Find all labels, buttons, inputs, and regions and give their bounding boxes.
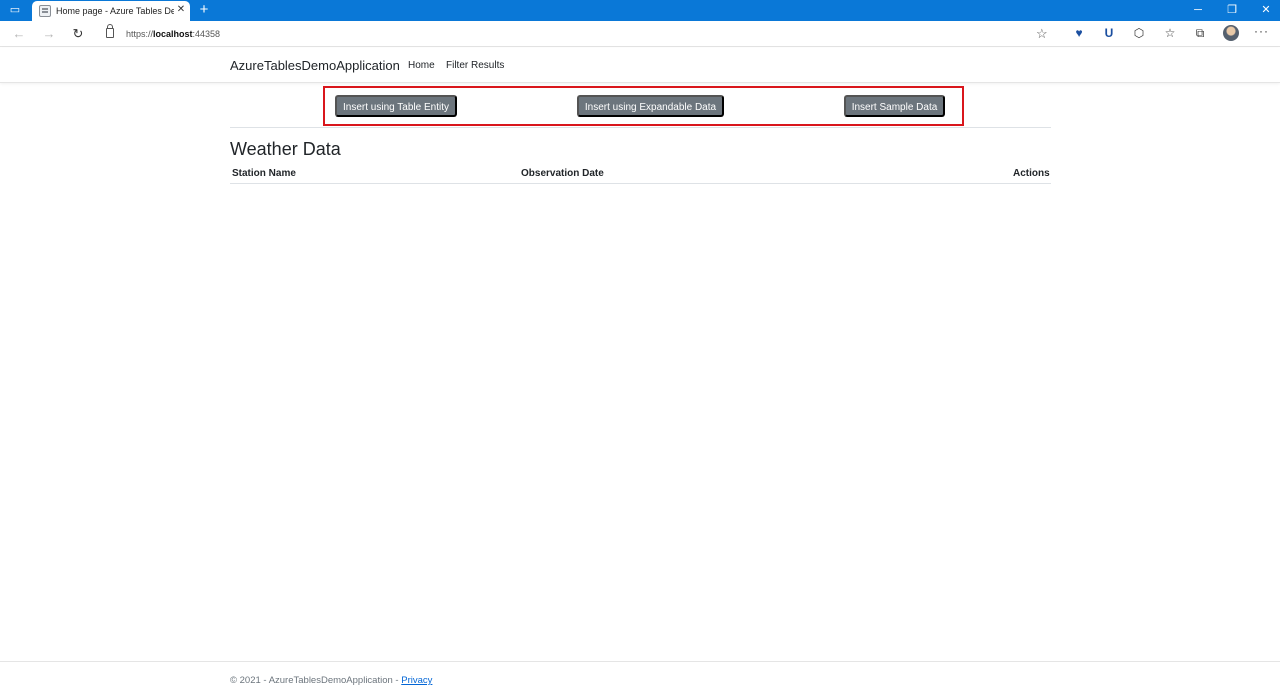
app-brand[interactable]: AzureTablesDemoApplication (230, 58, 400, 74)
extension-heart-icon[interactable]: ♥ (1071, 25, 1087, 41)
nav-home-link[interactable]: Home (408, 59, 435, 72)
more-options-icon[interactable]: ··· (1254, 24, 1269, 38)
column-header-station-name: Station Name (232, 168, 296, 179)
url-text[interactable]: https://localhost:44358 (126, 28, 220, 40)
address-bar[interactable]: https://localhost:44358 ☆ (96, 24, 1060, 44)
browser-tab-bar: ▭ Home page - Azure Tables Demo ✕ + ─ ❐ … (0, 0, 1280, 21)
favorites-icon[interactable]: ☆ (1162, 25, 1178, 41)
column-header-actions: Actions (1013, 168, 1050, 179)
window-controls: ─ ❐ ✕ (1192, 3, 1272, 19)
insert-expandable-data-button[interactable]: Insert using Expandable Data (577, 95, 724, 117)
new-tab-icon[interactable]: + (197, 2, 211, 18)
app-navbar (0, 48, 1280, 83)
restore-icon[interactable]: ❐ (1226, 3, 1238, 19)
lock-icon[interactable] (106, 24, 114, 38)
page-favicon-icon (39, 5, 51, 17)
favorite-star-icon[interactable]: ☆ (1036, 26, 1048, 42)
browser-tab[interactable]: Home page - Azure Tables Demo ✕ (32, 1, 190, 21)
refresh-icon[interactable]: ↻ (71, 26, 85, 42)
window-menu-icon[interactable]: ▭ (8, 4, 22, 17)
nav-filter-results-link[interactable]: Filter Results (446, 59, 504, 72)
collections-icon[interactable]: ⧉ (1192, 25, 1208, 41)
insert-sample-data-button[interactable]: Insert Sample Data (844, 95, 945, 117)
footer-text: © 2021 - AzureTablesDemoApplication - (230, 675, 402, 686)
extension-shield-icon[interactable]: U (1101, 25, 1117, 41)
footer-border (0, 661, 1280, 662)
close-window-icon[interactable]: ✕ (1260, 3, 1272, 19)
insert-table-entity-button[interactable]: Insert using Table Entity (335, 95, 457, 117)
column-header-observation-date: Observation Date (521, 168, 604, 179)
tab-close-icon[interactable]: ✕ (176, 4, 186, 16)
minimize-icon[interactable]: ─ (1192, 3, 1204, 19)
divider (230, 127, 1051, 128)
forward-icon[interactable]: → (42, 26, 56, 42)
page-heading: Weather Data (230, 139, 341, 159)
privacy-link[interactable]: Privacy (401, 675, 432, 686)
browser-toolbar: ← → ↻ https://localhost:44358 ☆ ♥ U ⬡ ☆ … (0, 21, 1280, 47)
footer: © 2021 - AzureTablesDemoApplication - Pr… (230, 675, 432, 687)
tab-title: Home page - Azure Tables Demo (56, 6, 174, 16)
back-icon[interactable]: ← (12, 26, 26, 42)
profile-avatar[interactable] (1223, 25, 1239, 41)
extensions-puzzle-icon[interactable]: ⬡ (1131, 25, 1147, 41)
table-header-border (230, 183, 1051, 184)
